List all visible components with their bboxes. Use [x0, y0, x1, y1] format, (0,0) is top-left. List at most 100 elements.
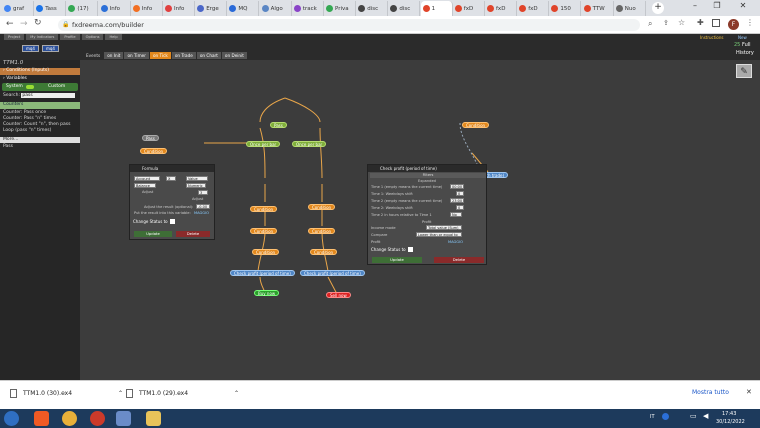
minimize-icon[interactable]: – — [686, 1, 704, 14]
reload-icon[interactable]: ↻ — [34, 18, 42, 28]
browser-tab[interactable]: Tass — [34, 1, 67, 16]
forward-icon[interactable]: → — [20, 19, 28, 29]
close-downloads-icon[interactable]: ✕ — [746, 388, 752, 396]
time2-input[interactable]: 23:00 — [450, 198, 464, 203]
browser-tab[interactable]: (17) — [66, 1, 99, 16]
condition-b2-node[interactable]: Condition — [308, 228, 336, 234]
event-tab[interactable]: on Timer — [124, 52, 149, 59]
formula-left-adjust[interactable]: Adjust — [142, 190, 153, 194]
event-tab[interactable]: on Init — [104, 52, 124, 59]
buy-now-node[interactable]: Buy now — [254, 290, 280, 296]
event-tab[interactable]: on Deinit — [221, 52, 247, 59]
conditions-section[interactable]: › Conditions (Inputs) — [0, 68, 80, 75]
browser-tab[interactable]: track — [292, 1, 324, 16]
income-select[interactable]: Total value (Sum) — [426, 225, 462, 230]
browser-tab[interactable]: MQ — [227, 1, 260, 16]
browser-tab[interactable]: Info — [163, 1, 195, 16]
system-toggle[interactable]: System — [6, 84, 23, 89]
browser-tab[interactable]: disc — [388, 1, 421, 16]
download-item-1[interactable]: TTM1.0 (30).ex4 ⌃ — [10, 389, 123, 398]
full-toggle[interactable]: 25 Full — [734, 42, 751, 48]
formula-update-button[interactable]: Update — [134, 231, 172, 237]
sell-now-node[interactable]: Sell now — [326, 292, 351, 298]
help-icon[interactable] — [662, 413, 669, 420]
profit-value[interactable]: MAGGIO — [448, 240, 463, 244]
maximize-icon[interactable]: ❐ — [708, 1, 726, 14]
formula-right-dropdown[interactable]: Value — [186, 176, 208, 181]
once-per-bar-2-node[interactable]: Once per bar — [292, 141, 327, 147]
time1-input[interactable]: 00:00 — [450, 184, 464, 189]
adjust-result-input[interactable]: -0.00 — [196, 204, 210, 209]
formula-right-adjust[interactable]: Adjust — [192, 197, 203, 201]
counter-item[interactable]: Loop (pass "n" times) — [0, 128, 80, 134]
folder-icon[interactable] — [146, 411, 161, 426]
formula-right-value[interactable]: 3 — [198, 190, 208, 195]
clock-date[interactable]: 30/12/2022 — [716, 419, 745, 425]
event-tab[interactable]: on Tick — [149, 52, 171, 59]
condition-left-node[interactable]: Condition — [140, 148, 168, 154]
search-input[interactable]: pass — [21, 93, 76, 98]
volume-icon[interactable]: ◀ — [703, 412, 708, 420]
condition-a1-node[interactable]: Condition — [250, 206, 278, 212]
builder-canvas[interactable]: ✎ Pass Condition Pass Once per bar Once … — [80, 60, 760, 380]
variables-section[interactable]: › Variables — [0, 76, 80, 82]
network-icon[interactable]: ▭ — [690, 412, 697, 420]
formula-operator[interactable]: X — [166, 176, 176, 181]
clock-time[interactable]: 17:43 — [722, 411, 736, 417]
formula-delete-button[interactable]: Delete — [176, 231, 210, 237]
pass-mid-node[interactable]: Pass — [270, 122, 287, 128]
chrome-icon[interactable] — [62, 411, 77, 426]
instructions-link[interactable]: Instructions — [700, 35, 724, 40]
event-tab[interactable]: on Chart — [196, 52, 221, 59]
condition-a3-node[interactable]: Condition — [252, 249, 280, 255]
browser-tab[interactable]: Algo — [260, 1, 292, 16]
start-icon[interactable] — [4, 411, 19, 426]
system-switch[interactable] — [26, 85, 34, 89]
menu-kebab-icon[interactable]: ⋮ — [746, 18, 754, 27]
condition-a2-node[interactable]: Condition — [250, 228, 278, 234]
condition-b3-node[interactable]: Condition — [310, 249, 338, 255]
variable-value[interactable]: MAGGIO — [194, 211, 209, 215]
browser-tab[interactable]: Info — [131, 1, 163, 16]
browser-tab[interactable]: 150 — [549, 1, 582, 16]
browser-tab[interactable]: fxD — [453, 1, 485, 16]
top-menu-button[interactable]: Help — [105, 34, 122, 40]
mql-badge[interactable]: mq4 — [41, 45, 59, 52]
back-icon[interactable]: ← — [6, 19, 14, 29]
browser-tab[interactable]: graf — [2, 1, 34, 16]
close-window-icon[interactable]: ✕ — [734, 1, 752, 14]
sidepanel-icon[interactable] — [712, 19, 720, 27]
url-field[interactable]: 🔒 fxdreema.com/builder — [58, 19, 640, 31]
browser-tab[interactable]: 1 — [420, 1, 453, 16]
app-icon[interactable] — [116, 411, 131, 426]
formula-left-dropdown[interactable]: Account — [134, 176, 160, 181]
browser-tab[interactable]: TTW — [582, 1, 614, 16]
condition-right-node[interactable]: Condition — [462, 122, 490, 128]
event-tab[interactable]: on Trade — [171, 52, 196, 59]
extensions-icon[interactable]: ✚ — [697, 18, 704, 27]
browser-tab[interactable]: Erge — [195, 1, 228, 16]
condition-b1-node[interactable]: Condition — [308, 204, 336, 210]
new-tab-button[interactable]: + — [652, 2, 664, 14]
new-link[interactable]: New — [738, 35, 747, 40]
cp-delete-button[interactable]: Delete — [434, 257, 484, 263]
chrome-profile-icon[interactable] — [90, 411, 105, 426]
once-per-bar-1-node[interactable]: Once per bar — [246, 141, 281, 147]
cp-change-status-checkbox[interactable] — [408, 247, 413, 252]
pass-item[interactable]: Pass — [0, 144, 80, 150]
browser-tab[interactable]: Nuo — [614, 1, 646, 16]
cp-update-button[interactable]: Update — [372, 257, 422, 263]
top-menu-button[interactable]: Profile — [60, 34, 80, 40]
browser-tab[interactable]: Priva — [324, 1, 356, 16]
profile-avatar[interactable]: F — [728, 19, 739, 30]
bookmark-star-icon[interactable]: ☆ — [678, 18, 685, 27]
show-all-button[interactable]: Mostra tutto — [692, 389, 729, 396]
chevron-up-icon[interactable]: ⌃ — [234, 390, 239, 397]
check-profit-1-node[interactable]: Check profit (period of time) — [230, 270, 295, 276]
top-menu-button[interactable]: Options — [81, 34, 104, 40]
formula-left-sub[interactable]: Balance — [134, 183, 156, 188]
custom-toggle[interactable]: Custom — [48, 84, 65, 89]
more-item[interactable]: More... — [0, 137, 80, 143]
brave-icon[interactable] — [34, 411, 49, 426]
time2-hours-select[interactable]: No — [450, 212, 462, 217]
